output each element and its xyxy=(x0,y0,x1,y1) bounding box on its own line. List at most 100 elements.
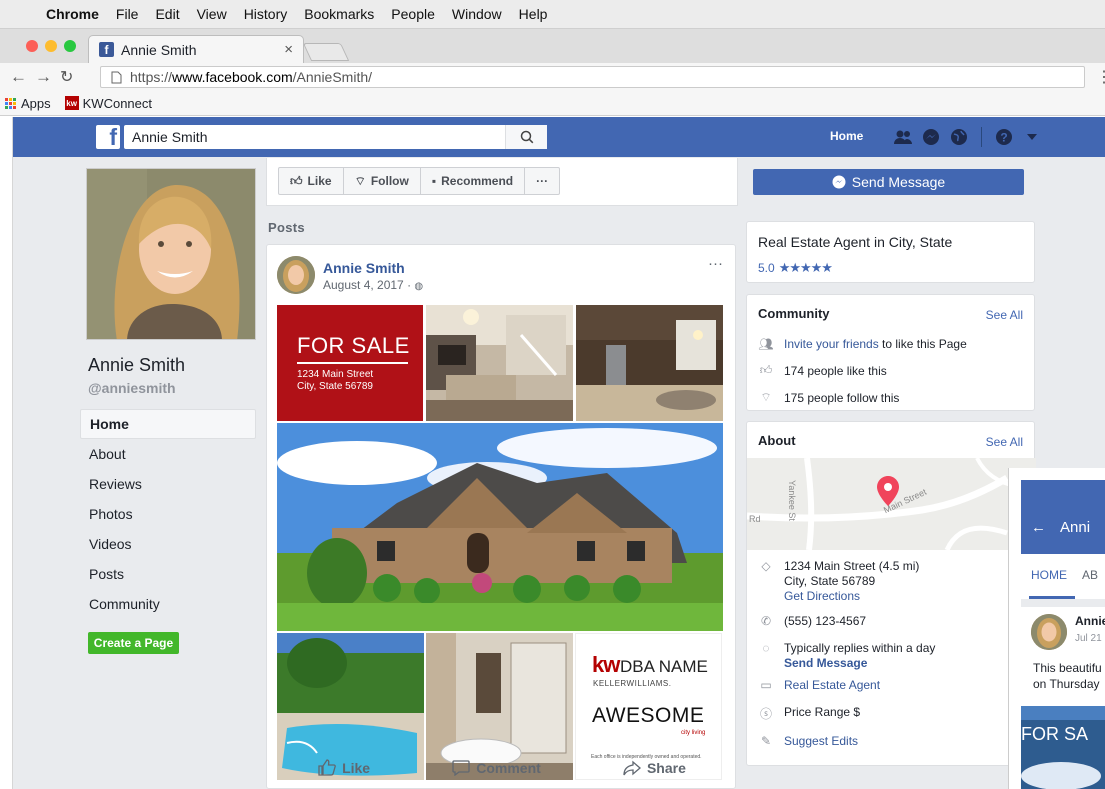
menu-people[interactable]: People xyxy=(391,6,435,22)
nav-reviews[interactable]: Reviews xyxy=(80,469,256,499)
follow-button[interactable]: ⌔ Follow xyxy=(344,168,421,194)
post-date[interactable]: August 4, 2017 · ◍ xyxy=(323,278,423,292)
kw-logo: kw xyxy=(592,652,620,677)
mobile-tabs: HOME AB xyxy=(1031,568,1098,582)
mobile-header: ← Anni xyxy=(1021,500,1105,554)
messenger-icon[interactable] xyxy=(921,127,941,147)
url-path: /AnnieSmith/ xyxy=(292,69,373,85)
likes-count[interactable]: 174 people like this xyxy=(784,364,887,378)
search-button[interactable] xyxy=(505,125,547,149)
page-rating[interactable]: 5.0 ★★★★★ xyxy=(758,260,833,276)
mobile-post-author[interactable]: Annie xyxy=(1075,614,1105,628)
mobile-post-avatar[interactable] xyxy=(1031,614,1067,650)
nav-posts[interactable]: Posts xyxy=(80,559,256,589)
nav-videos[interactable]: Videos xyxy=(80,529,256,559)
facebook-logo-icon[interactable]: f xyxy=(96,125,120,149)
nav-about[interactable]: About xyxy=(80,439,256,469)
kitchen-photo[interactable] xyxy=(576,305,723,421)
profile-handle[interactable]: @anniesmith xyxy=(88,380,176,396)
for-sale-rule xyxy=(297,362,408,364)
invite-friends-rest: to like this Page xyxy=(878,337,967,351)
menu-chrome[interactable]: Chrome xyxy=(46,6,99,22)
minimize-window-button[interactable] xyxy=(45,40,57,52)
share-icon xyxy=(623,760,641,775)
window-controls xyxy=(26,40,76,52)
menu-view[interactable]: View xyxy=(197,6,227,22)
mobile-tab-about[interactable]: AB xyxy=(1082,568,1098,582)
menu-file[interactable]: File xyxy=(116,6,139,22)
menu-history[interactable]: History xyxy=(244,6,288,22)
forward-arrow-icon[interactable]: → xyxy=(35,67,52,87)
location-map[interactable]: Yankee St Main Street Rd xyxy=(747,458,1036,550)
header-icons: ? xyxy=(893,127,1042,147)
phone-icon: ✆ xyxy=(760,614,772,628)
address-row: ◇ 1234 Main Street (4.5 mi) City, State … xyxy=(758,559,919,604)
brokerage-branding-graphic[interactable]: kw DBA NAME KELLERWILLIAMS. AWESOME city… xyxy=(575,633,722,780)
mobile-for-sale-text: FOR SA xyxy=(1021,724,1089,744)
menu-edit[interactable]: Edit xyxy=(155,6,179,22)
pool-photo[interactable] xyxy=(277,633,424,780)
browser-menu-icon[interactable]: ⋮ xyxy=(1096,67,1105,87)
bookmark-apps[interactable]: Apps xyxy=(21,96,51,111)
create-page-button[interactable]: Create a Page xyxy=(88,632,179,654)
nav-community[interactable]: Community xyxy=(80,589,256,619)
bathroom-photo[interactable] xyxy=(426,633,573,780)
browser-toolbar: ← → ↻ https://www.facebook.com/AnnieSmit… xyxy=(0,63,1105,91)
for-sale-graphic[interactable]: FOR SALE 1234 Main Street City, State 56… xyxy=(277,305,423,421)
post-options-button[interactable]: ··· xyxy=(708,255,723,272)
mobile-back-arrow-icon[interactable]: ← xyxy=(1031,519,1046,536)
bookmark-kwconnect[interactable]: KWConnect xyxy=(83,96,152,111)
address-line-2: City, State 56789 xyxy=(784,574,876,588)
rss-icon: ⌔ xyxy=(760,390,772,404)
invite-friends-link[interactable]: Invite your friends xyxy=(784,337,879,351)
about-send-message-link[interactable]: Send Message xyxy=(784,656,935,671)
about-see-all-link[interactable]: See All xyxy=(986,435,1023,449)
mobile-tab-home[interactable]: HOME xyxy=(1031,568,1067,582)
close-window-button[interactable] xyxy=(26,40,38,52)
zoom-window-button[interactable] xyxy=(64,40,76,52)
menu-window[interactable]: Window xyxy=(452,6,502,22)
address-bar[interactable]: https://www.facebook.com/AnnieSmith/ xyxy=(100,66,1085,88)
post-like-button[interactable]: Like xyxy=(318,759,370,776)
home-link[interactable]: Home xyxy=(830,129,863,143)
get-directions-link[interactable]: Get Directions xyxy=(784,589,919,604)
send-message-label: Send Message xyxy=(851,174,946,190)
menu-bookmarks[interactable]: Bookmarks xyxy=(304,6,374,22)
nav-photos[interactable]: Photos xyxy=(80,499,256,529)
dba-name: DBA NAME xyxy=(620,657,708,676)
menu-help[interactable]: Help xyxy=(519,6,548,22)
mobile-post-image[interactable]: FOR SA xyxy=(1021,706,1105,789)
more-actions-button[interactable]: ··· xyxy=(525,168,559,194)
community-see-all-link[interactable]: See All xyxy=(986,308,1023,322)
profile-picture[interactable] xyxy=(86,168,256,340)
help-icon[interactable]: ? xyxy=(994,127,1014,147)
follows-count[interactable]: 175 people follow this xyxy=(784,391,899,405)
back-arrow-icon[interactable]: ← xyxy=(10,67,27,87)
invite-friends-row: 👥︎ Invite your friends to like this Page xyxy=(758,337,967,351)
phone-number[interactable]: (555) 123-4567 xyxy=(784,614,866,629)
nav-home[interactable]: Home xyxy=(80,409,256,439)
friend-requests-icon[interactable] xyxy=(893,127,913,147)
post-comment-label: Comment xyxy=(476,759,541,776)
like-page-button[interactable]: 👍︎ Like xyxy=(279,168,344,194)
reload-icon[interactable]: ↻ xyxy=(60,67,73,87)
facebook-header: f Annie Smith Home ? xyxy=(13,117,1105,157)
post-comment-button[interactable]: Comment xyxy=(452,759,541,776)
page-category-location: Real Estate Agent in City, State xyxy=(758,234,953,250)
post-author-name[interactable]: Annie Smith xyxy=(323,260,405,276)
address-line-1: 1234 Main Street (4.5 mi) xyxy=(784,559,920,573)
living-room-photo[interactable] xyxy=(426,305,573,421)
post-author-avatar[interactable] xyxy=(277,256,315,294)
notifications-globe-icon[interactable] xyxy=(949,127,969,147)
new-tab-button[interactable] xyxy=(302,43,350,61)
close-tab-icon[interactable]: × xyxy=(284,41,293,58)
post-share-button[interactable]: Share xyxy=(623,759,686,776)
account-dropdown-icon[interactable] xyxy=(1022,127,1042,147)
recommend-button[interactable]: ▪ Recommend xyxy=(421,168,526,194)
house-exterior-photo[interactable] xyxy=(277,423,723,631)
browser-tab[interactable]: f Annie Smith × xyxy=(88,35,304,63)
category-link[interactable]: Real Estate Agent xyxy=(784,678,880,693)
suggest-edits-link[interactable]: Suggest Edits xyxy=(784,734,858,749)
send-message-button[interactable]: Send Message xyxy=(753,169,1024,195)
facebook-search-input[interactable]: Annie Smith xyxy=(124,125,547,149)
